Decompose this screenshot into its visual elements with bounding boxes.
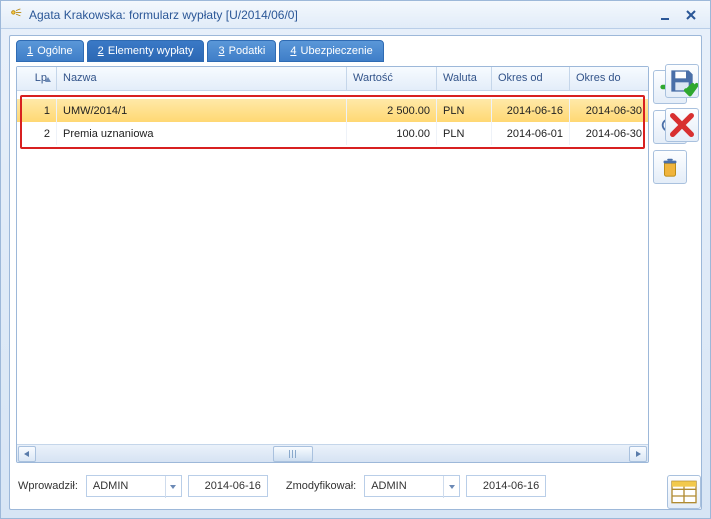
delete-button[interactable]: [653, 150, 687, 184]
cell-name: Premia uznaniowa: [57, 122, 347, 145]
titlebar: Agata Krakowska: formularz wypłaty [U/20…: [1, 1, 710, 29]
chevron-down-icon[interactable]: [443, 476, 459, 498]
chevron-down-icon[interactable]: [165, 476, 181, 498]
horizontal-scrollbar[interactable]: [17, 444, 648, 462]
x-icon: [666, 109, 698, 141]
cell-to: 2014-06-30: [570, 122, 648, 145]
scroll-track[interactable]: [37, 446, 628, 462]
modified-date-field[interactable]: 2014-06-16: [466, 475, 546, 497]
footer: Wprowadził: ADMIN 2014-06-16 Zmodyfikowa…: [16, 469, 649, 503]
window-title: Agata Krakowska: formularz wypłaty [U/20…: [29, 8, 650, 22]
cell-currency: PLN: [437, 122, 492, 145]
table-layout-icon: [668, 476, 700, 508]
col-from[interactable]: Okres od: [492, 67, 570, 90]
trash-icon: [659, 156, 681, 178]
grid-header: Lp. Nazwa Wartość Waluta Okres od Okres …: [17, 67, 648, 91]
table-row[interactable]: 2 Premia uznaniowa 100.00 PLN 2014-06-01…: [17, 122, 648, 145]
scroll-thumb[interactable]: [273, 446, 313, 462]
cell-to: 2014-06-30: [570, 99, 648, 122]
scroll-right-button[interactable]: [629, 446, 647, 462]
tab-insurance[interactable]: 4 Ubezpieczenie: [279, 40, 383, 62]
close-button[interactable]: [680, 7, 702, 23]
cell-lp: 1: [17, 99, 57, 122]
col-value[interactable]: Wartość: [347, 67, 437, 90]
tab-general[interactable]: 1 Ogólne: [16, 40, 84, 62]
app-icon: [9, 8, 23, 22]
tab-taxes[interactable]: 3 Podatki: [207, 40, 276, 62]
save-disk-icon: [666, 65, 698, 97]
cell-value: 2 500.00: [347, 99, 437, 122]
col-to[interactable]: Okres do: [570, 67, 648, 90]
cell-from: 2014-06-16: [492, 99, 570, 122]
entered-date-field[interactable]: 2014-06-16: [188, 475, 268, 497]
scroll-left-button[interactable]: [18, 446, 36, 462]
window: Agata Krakowska: formularz wypłaty [U/20…: [0, 0, 711, 519]
tabbar: 1 Ogólne 2 Elementy wypłaty 3 Podatki 4 …: [16, 40, 695, 62]
entered-by-field[interactable]: ADMIN: [86, 475, 182, 497]
window-body: 1 Ogólne 2 Elementy wypłaty 3 Podatki 4 …: [9, 35, 702, 510]
cell-currency: PLN: [437, 99, 492, 122]
entered-by-label: Wprowadził:: [16, 480, 80, 492]
sort-asc-icon: [44, 75, 52, 87]
cell-value: 100.00: [347, 122, 437, 145]
layout-button[interactable]: [667, 475, 701, 509]
grid-panel: Lp. Nazwa Wartość Waluta Okres od Okres …: [16, 66, 649, 463]
minimize-button[interactable]: [654, 7, 676, 23]
cell-name: UMW/2014/1: [57, 99, 347, 122]
col-name[interactable]: Nazwa: [57, 67, 347, 90]
modified-by-field[interactable]: ADMIN: [364, 475, 460, 497]
tab-elements[interactable]: 2 Elementy wypłaty: [87, 40, 205, 62]
table-row[interactable]: 1 UMW/2014/1 2 500.00 PLN 2014-06-16 201…: [17, 99, 648, 122]
cancel-button[interactable]: [665, 108, 699, 142]
col-currency[interactable]: Waluta: [437, 67, 492, 90]
save-button[interactable]: [665, 64, 699, 98]
cell-from: 2014-06-01: [492, 122, 570, 145]
grid-body: 1 UMW/2014/1 2 500.00 PLN 2014-06-16 201…: [17, 91, 648, 444]
col-lp[interactable]: Lp.: [17, 67, 57, 90]
modified-by-label: Zmodyfikował:: [284, 480, 358, 492]
cell-lp: 2: [17, 122, 57, 145]
